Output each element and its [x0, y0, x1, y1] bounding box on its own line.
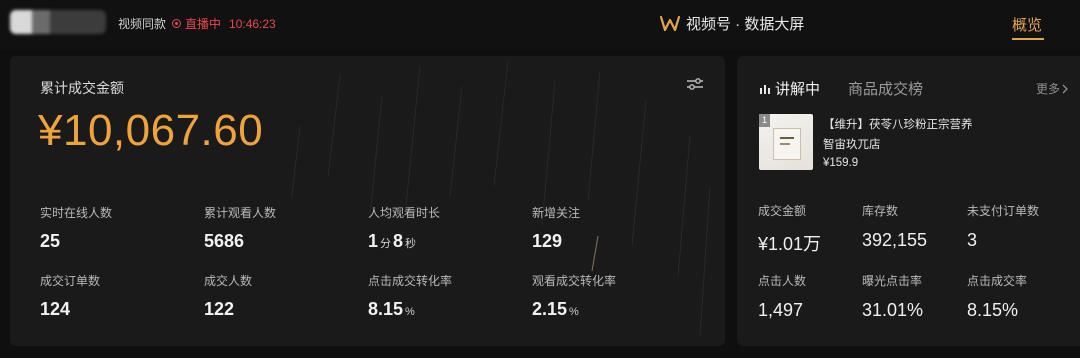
tab-overview[interactable]: 概览	[1012, 14, 1042, 35]
product-panel: 讲解中 商品成交榜 更多 1 【维升】茯苓八珍粉正宗营养 智宙玖兀店 ¥159.…	[737, 56, 1080, 346]
product-price: ¥159.9	[823, 157, 859, 169]
percent-unit: %	[569, 306, 579, 318]
stat-value: 31.01%	[862, 300, 924, 320]
view-conversion-value: 2.15	[532, 299, 568, 319]
stat-label: 点击人数	[758, 274, 807, 288]
metric-online-viewers: 实时在线人数 25	[40, 204, 112, 252]
stat-stock: 库存数 392,155	[862, 202, 927, 251]
stat-label: 点击成交率	[967, 274, 1028, 288]
channels-logo-icon	[660, 15, 680, 31]
metric-label: 观看成交转化率	[532, 274, 617, 288]
metric-label: 新增关注	[532, 206, 581, 220]
minutes-unit: 分	[380, 238, 392, 250]
seconds-unit: 秒	[405, 238, 417, 250]
brand-title-text: 视频号 · 数据大屏	[686, 16, 805, 33]
chevron-right-icon	[1062, 84, 1068, 93]
product-shop: 智宙玖兀店	[823, 139, 881, 151]
stat-unpaid-orders: 未支付订单数 3	[967, 202, 1039, 251]
click-conversion-value: 8.15	[368, 299, 404, 319]
metric-label: 成交订单数	[40, 274, 101, 288]
product-thumbnail[interactable]: 1	[759, 114, 813, 170]
metric-new-followers: 新增关注 129	[532, 204, 580, 252]
metric-label: 实时在线人数	[40, 206, 113, 220]
live-timer: 10:46:23	[229, 16, 276, 31]
metric-value: 2.15%	[532, 299, 616, 320]
live-explaining-icon	[760, 84, 770, 94]
stat-label: 曝光点击率	[862, 274, 923, 288]
metric-avg-watch-time: 人均观看时长 1分8秒	[368, 204, 440, 252]
stat-label: 成交金额	[758, 204, 807, 218]
metric-label: 点击成交转化率	[368, 274, 453, 288]
product-rank-index: 1	[759, 114, 770, 127]
metric-view-conversion: 观看成交转化率 2.15%	[532, 272, 616, 320]
metric-value: 8.15%	[368, 299, 452, 320]
live-status-badge: 直播中 10:46:23	[172, 15, 276, 32]
top-bar: 视频同款 直播中 10:46:23 视频号 · 数据大屏 概览	[0, 0, 1080, 50]
more-link[interactable]: 更多	[1036, 80, 1069, 97]
total-sales-title: 累计成交金额	[40, 80, 124, 96]
metric-buyers: 成交人数 122	[204, 272, 252, 320]
tab-active-indicator	[1012, 38, 1044, 40]
stat-exposure-ctr: 曝光点击率 31.01%	[862, 272, 923, 321]
watch-time-minutes: 1	[368, 231, 379, 251]
live-dot-icon	[172, 19, 181, 28]
percent-unit: %	[405, 306, 415, 318]
metric-click-conversion: 点击成交转化率 8.15%	[368, 272, 452, 320]
metric-value: 1分8秒	[368, 231, 440, 252]
tab-product-ranking[interactable]: 商品成交榜	[848, 78, 923, 99]
brand-title: 视频号 · 数据大屏	[660, 13, 804, 34]
metric-value: 129	[532, 231, 563, 251]
stat-value: 3	[967, 230, 978, 250]
filter-settings-icon[interactable]	[686, 76, 704, 92]
metric-value: 124	[40, 299, 71, 319]
overview-panel: 累计成交金额 ¥10,067.60 实时在线人数 25 累计观看人数 5686 …	[10, 56, 725, 346]
product-name[interactable]: 【维升】茯苓八珍粉正宗营养	[823, 116, 973, 132]
stat-value: ¥1.01万	[758, 234, 822, 254]
stat-value: 8.15%	[967, 300, 1019, 320]
stat-label: 库存数	[862, 204, 899, 218]
stat-value: 1,497	[758, 300, 804, 320]
metric-orders: 成交订单数 124	[40, 272, 100, 320]
product-package-image	[773, 128, 801, 160]
metric-value: 5686	[204, 231, 245, 251]
stat-sales-amount: 成交金额 ¥1.01万	[758, 202, 821, 256]
tab-explaining[interactable]: 讲解中	[759, 78, 820, 99]
stat-click-conversion: 点击成交率 8.15%	[967, 272, 1027, 321]
account-avatar[interactable]	[10, 10, 106, 34]
stat-label: 未支付订单数	[967, 204, 1040, 218]
account-name: 视频同款	[118, 17, 167, 31]
watch-time-seconds: 8	[393, 231, 404, 251]
metric-label: 成交人数	[204, 274, 253, 288]
stat-value: 392,155	[862, 230, 928, 250]
total-sales-amount: ¥10,067.60	[38, 106, 264, 155]
metric-value: 25	[40, 231, 61, 251]
metric-value: 122	[204, 299, 235, 319]
more-label: 更多	[1036, 82, 1061, 96]
metric-total-viewers: 累计观看人数 5686	[204, 204, 276, 252]
tab-explaining-label: 讲解中	[775, 81, 821, 98]
metric-label: 累计观看人数	[204, 206, 277, 220]
live-status-text: 直播中	[185, 17, 222, 31]
metric-label: 人均观看时长	[368, 206, 441, 220]
stat-clicks: 点击人数 1,497	[758, 272, 806, 321]
